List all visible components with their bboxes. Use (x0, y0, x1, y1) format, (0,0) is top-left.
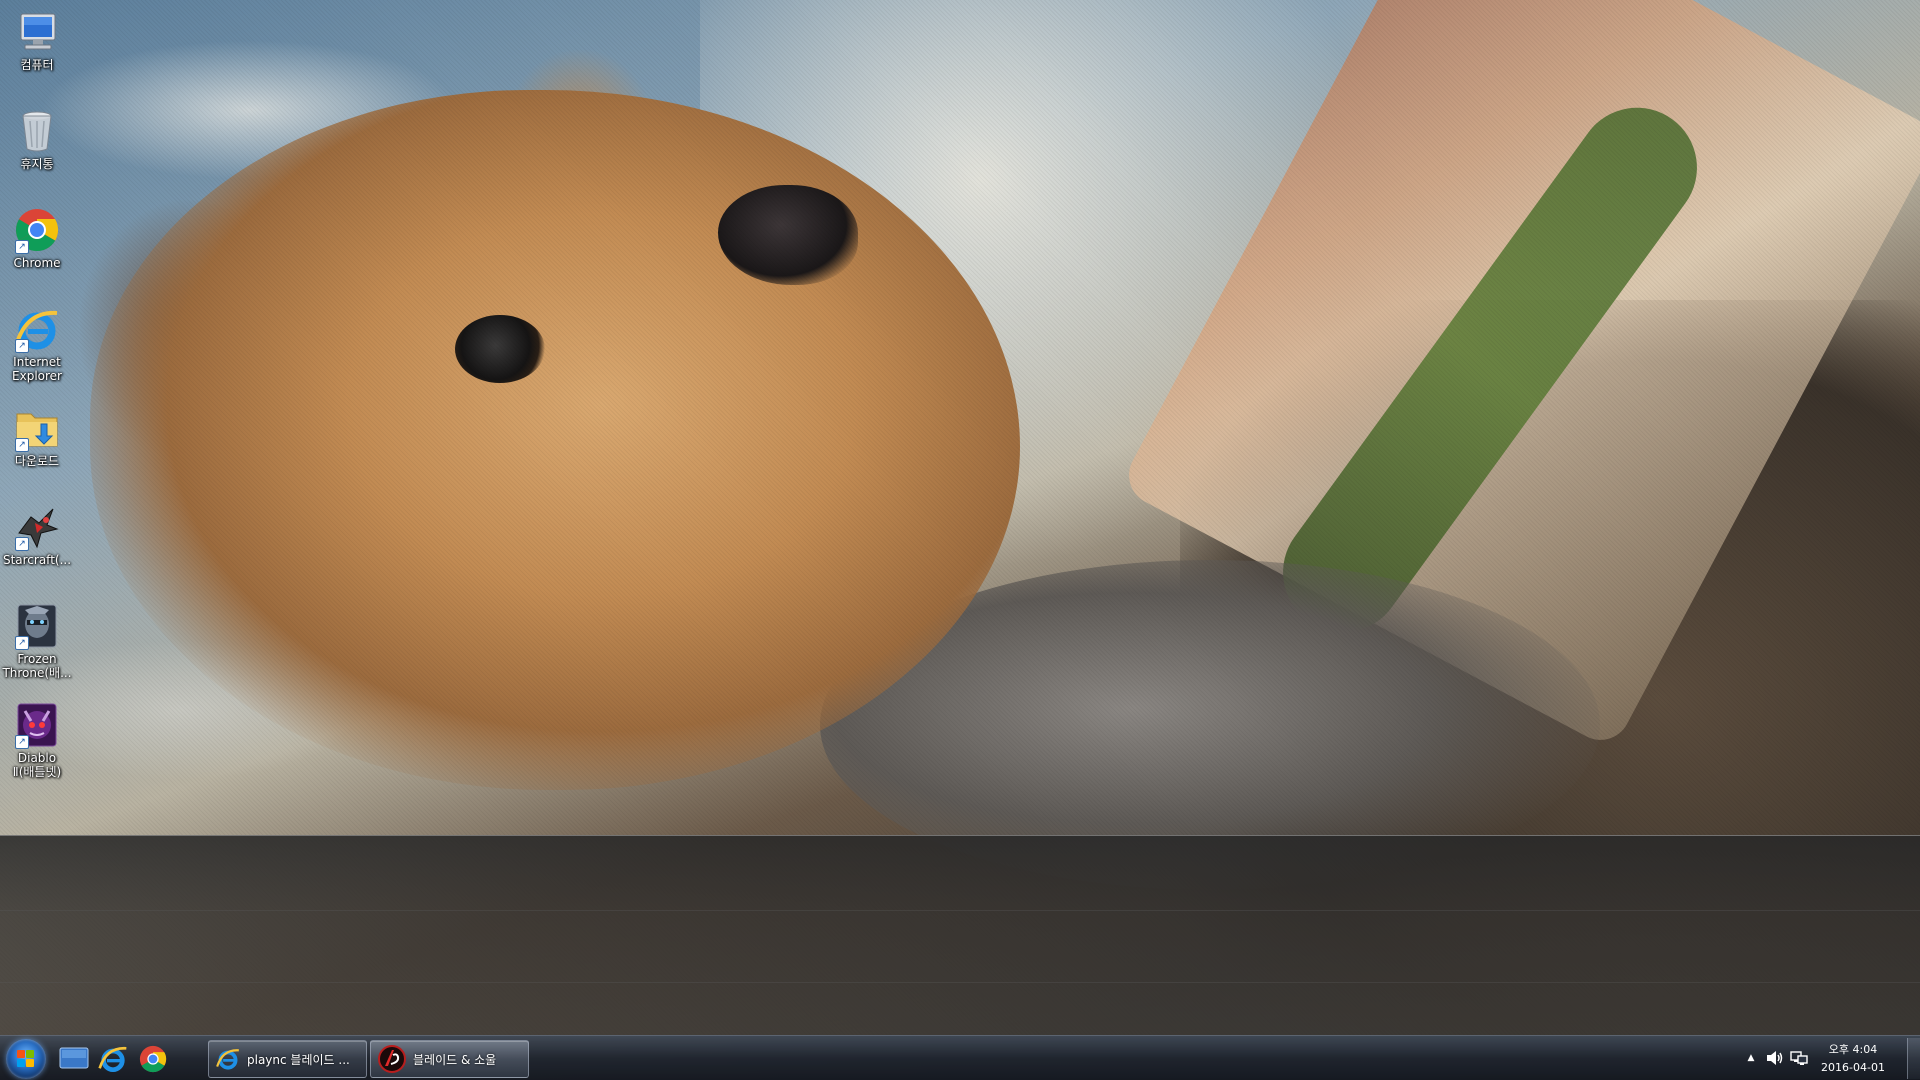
wallpaper-sky (700, 0, 1400, 600)
wallpaper-texture (0, 0, 1920, 1035)
desktop-icon-diablo[interactable]: ↗ Diablo Ⅱ(배틀넷) (2, 695, 72, 791)
wallpaper-dog-nose (718, 185, 858, 285)
desktop-icon-frozen-throne[interactable]: ↗ Frozen Throne(배... (2, 596, 72, 692)
wallpaper-buildings (1118, 0, 1920, 751)
network-icon (1790, 1051, 1808, 1065)
blade-and-soul-icon (378, 1045, 406, 1073)
windows-logo-icon (17, 1050, 35, 1068)
clock-date: 2016-04-01 (1821, 1061, 1885, 1074)
wallpaper-dog-eye (455, 315, 545, 383)
computer-icon (13, 8, 61, 56)
taskbar-window-blade-and-soul[interactable]: 블레이드 & 소울 (370, 1040, 529, 1078)
desktop-icon-label: Starcraft(... (2, 553, 72, 567)
desktop-icon-label: Chrome (13, 256, 61, 270)
starcraft-icon: ↗ (13, 503, 61, 551)
wallpaper-dog-ear (80, 200, 310, 460)
desktop-icon-label: Frozen Throne(배... (2, 652, 72, 680)
desktop-icon-label: Internet Explorer (12, 355, 62, 383)
show-hidden-icons-button[interactable]: ▲ (1744, 1046, 1758, 1070)
shortcut-arrow-icon: ↗ (15, 339, 29, 353)
frozen-throne-icon: ↗ (13, 602, 61, 650)
wallpaper-dog-ear (505, 50, 655, 220)
desktop[interactable]: 컴퓨터 휴지통 ↗ Chrome ↗ Internet Explorer ↗ 다… (0, 0, 1920, 1080)
shortcut-arrow-icon: ↗ (15, 636, 29, 650)
wallpaper-cloud (40, 40, 460, 180)
desktop-icon-chrome[interactable]: ↗ Chrome (2, 200, 72, 296)
desktop-icon-label: Diablo Ⅱ(배틀넷) (12, 751, 62, 779)
volume-button[interactable] (1764, 1046, 1786, 1070)
wallpaper-dog-head (90, 90, 1020, 790)
taskbar: plaync 블레이드 ... 블레이드 & 소울 ▲ 오후 4:04 2016… (0, 1035, 1920, 1080)
downloads-folder-icon: ↗ (13, 404, 61, 452)
desktop-icon-label: 휴지통 (20, 157, 54, 171)
start-button[interactable] (6, 1039, 46, 1079)
shortcut-arrow-icon: ↗ (15, 735, 29, 749)
shortcut-arrow-icon: ↗ (15, 438, 29, 452)
desktop-icon-computer[interactable]: 컴퓨터 (2, 2, 72, 98)
diablo-icon: ↗ (13, 701, 61, 749)
show-desktop-button[interactable] (1907, 1038, 1920, 1079)
desktop-icon-label: 컴퓨터 (20, 58, 54, 72)
wallpaper-divider (0, 910, 1920, 911)
desktop-icon-starcraft[interactable]: ↗ Starcraft(... (2, 497, 72, 593)
internet-explorer-icon (216, 1049, 239, 1070)
wallpaper-ground (1180, 300, 1920, 1080)
show-desktop-pin[interactable] (55, 1040, 93, 1078)
wallpaper-divider (0, 835, 1920, 836)
network-button[interactable] (1788, 1046, 1810, 1070)
chrome-pin[interactable] (134, 1040, 172, 1078)
taskbar-window-label: plaync 블레이드 ... (247, 1052, 350, 1067)
chrome-icon: ↗ (13, 206, 61, 254)
internet-explorer-pin[interactable] (94, 1040, 132, 1078)
desktop-icon (59, 1047, 89, 1069)
wallpaper-grass (1259, 83, 1721, 657)
wallpaper-dark-band (0, 835, 1920, 1035)
desktop-icon-internet-explorer[interactable]: ↗ Internet Explorer (2, 299, 72, 395)
desktop-icon-recycle-bin[interactable]: 휴지통 (2, 101, 72, 197)
taskbar-window-plaync[interactable]: plaync 블레이드 ... (208, 1040, 367, 1078)
speaker-icon (1767, 1051, 1783, 1065)
internet-explorer-icon (98, 1046, 127, 1072)
shortcut-arrow-icon: ↗ (15, 537, 29, 551)
chevron-up-icon: ▲ (1747, 1053, 1755, 1063)
clock-time: 오후 4:04 (1828, 1043, 1878, 1056)
desktop-icon-label: 다운로드 (14, 454, 60, 468)
desktop-icon-downloads[interactable]: ↗ 다운로드 (2, 398, 72, 494)
wallpaper-divider (0, 982, 1920, 983)
shortcut-arrow-icon: ↗ (15, 240, 29, 254)
taskbar-window-label: 블레이드 & 소울 (413, 1052, 497, 1067)
wallpaper-dog-body (820, 560, 1600, 890)
recycle-bin-icon (13, 107, 61, 155)
clock[interactable]: 오후 4:04 2016-04-01 (1808, 1039, 1898, 1080)
internet-explorer-icon: ↗ (13, 305, 61, 353)
chrome-icon (139, 1045, 167, 1073)
